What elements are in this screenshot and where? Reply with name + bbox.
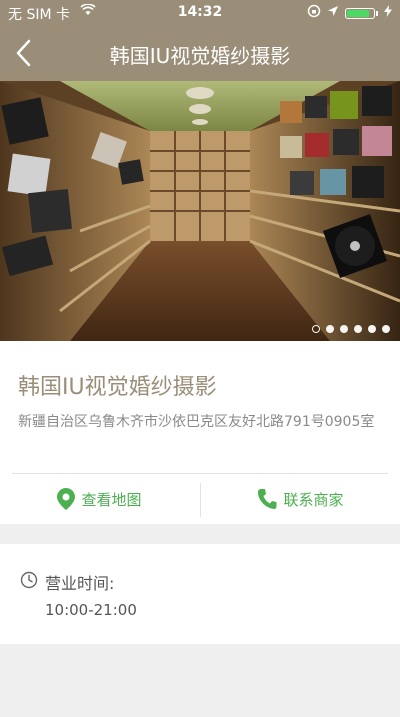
- carousel-dot[interactable]: [354, 325, 362, 333]
- status-bar: 无 SIM 卡 14:32: [0, 0, 400, 26]
- carousel-dot[interactable]: [368, 325, 376, 333]
- clock-icon: [20, 571, 38, 593]
- carousel-page-indicator[interactable]: [312, 325, 390, 333]
- contact-shop-label: 联系商家: [283, 490, 344, 509]
- map-pin-icon: [57, 488, 76, 510]
- carousel-dot[interactable]: [340, 325, 348, 333]
- business-hours-card: 营业时间: 10:00-21:00: [0, 544, 400, 644]
- rotation-lock-icon: [307, 4, 321, 22]
- business-hours-label: 营业时间:: [45, 574, 115, 593]
- navigation-bar: 韩国IU视觉婚纱摄影: [0, 26, 400, 81]
- business-hours-value: 10:00-21:00: [45, 601, 137, 619]
- carousel-dot[interactable]: [326, 325, 334, 333]
- charging-icon: [384, 5, 392, 21]
- carousel-dot[interactable]: [382, 325, 390, 333]
- photo-carousel[interactable]: [0, 81, 400, 341]
- shop-interior-photo: [0, 81, 400, 341]
- view-map-button[interactable]: 查看地图: [0, 474, 199, 524]
- page-title: 韩国IU视觉婚纱摄影: [109, 44, 291, 68]
- contact-shop-button[interactable]: 联系商家: [201, 474, 400, 524]
- carousel-dot[interactable]: [312, 325, 320, 333]
- status-icons: [307, 4, 392, 22]
- phone-icon: [258, 489, 277, 509]
- shop-name: 韩国IU视觉婚纱摄影: [18, 375, 217, 400]
- shop-address: 新疆自治区乌鲁木齐市沙依巴克区友好北路791号0905室: [18, 414, 375, 430]
- shop-info-card: 韩国IU视觉婚纱摄影 新疆自治区乌鲁木齐市沙依巴克区友好北路791号0905室 …: [0, 341, 400, 524]
- view-map-label: 查看地图: [81, 490, 142, 509]
- battery-icon: [345, 7, 375, 19]
- wifi-icon: [80, 3, 96, 20]
- location-icon: [327, 5, 339, 21]
